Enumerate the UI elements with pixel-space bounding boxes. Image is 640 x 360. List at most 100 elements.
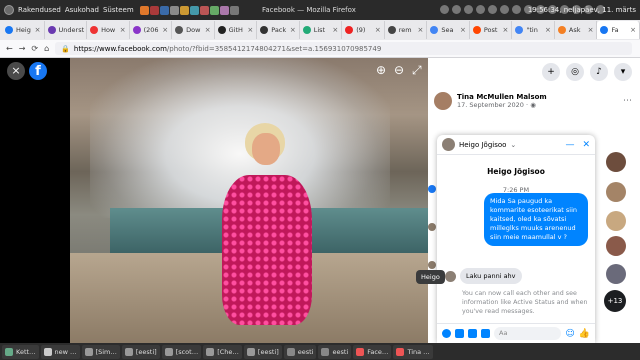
taskbar-item[interactable]: new … bbox=[40, 344, 80, 359]
status-icon[interactable] bbox=[464, 5, 473, 14]
app-launcher-icon[interactable] bbox=[159, 5, 169, 15]
taskbar-item[interactable]: [eesti] bbox=[121, 344, 160, 359]
status-icon[interactable] bbox=[440, 5, 449, 14]
like-thumb-icon[interactable]: 👍 bbox=[579, 329, 590, 339]
taskbar-item[interactable]: [Sim… bbox=[81, 344, 120, 359]
taskbar-item[interactable]: Kett… bbox=[2, 344, 39, 359]
apps-menu[interactable]: Rakendused bbox=[18, 6, 61, 14]
account-menu-icon[interactable]: ▾ bbox=[614, 63, 632, 81]
author-avatar[interactable] bbox=[434, 92, 452, 110]
browser-tab[interactable]: Heig × bbox=[2, 21, 45, 39]
close-viewer-button[interactable]: × bbox=[7, 62, 25, 80]
browser-tab[interactable]: List × bbox=[300, 21, 343, 39]
reload-icon[interactable]: ⟳ bbox=[31, 44, 38, 53]
chat-avatar[interactable] bbox=[442, 138, 455, 151]
image-icon[interactable] bbox=[455, 329, 464, 338]
browser-tab[interactable]: Post × bbox=[470, 21, 513, 39]
close-tab-icon[interactable]: × bbox=[120, 26, 126, 34]
app-launcher-icon[interactable] bbox=[219, 5, 229, 15]
browser-tab[interactable]: Underst× bbox=[45, 21, 88, 39]
status-icon[interactable] bbox=[500, 5, 509, 14]
firefox-launcher-icon[interactable] bbox=[139, 5, 149, 15]
taskbar-item[interactable]: [scot… bbox=[161, 344, 202, 359]
contact-avatar[interactable] bbox=[606, 152, 626, 172]
more-contacts-button[interactable]: +13 bbox=[604, 290, 626, 312]
app-launcher-icon[interactable] bbox=[149, 5, 159, 15]
app-launcher-icon[interactable] bbox=[169, 5, 179, 15]
notifications-bell-icon[interactable]: ♪ bbox=[590, 63, 608, 81]
more-actions-icon[interactable] bbox=[442, 329, 451, 338]
browser-tab[interactable]: Pack × bbox=[257, 21, 300, 39]
status-icon[interactable] bbox=[512, 5, 521, 14]
chat-contact-name[interactable]: Heigo Jõgisoo bbox=[459, 141, 506, 149]
close-tab-icon[interactable]: × bbox=[332, 26, 338, 34]
home-icon[interactable]: ⌂ bbox=[44, 44, 49, 53]
clock[interactable]: 19:56:34, neljapäev, 11. märts bbox=[528, 0, 636, 20]
messenger-icon[interactable]: ◎ bbox=[566, 63, 584, 81]
sender-avatar[interactable] bbox=[445, 270, 456, 282]
browser-tab[interactable]: Fa × bbox=[597, 21, 640, 39]
browser-tab[interactable]: Dow × bbox=[172, 21, 215, 39]
app-launcher-icon[interactable] bbox=[229, 5, 239, 15]
facebook-logo-icon[interactable]: f bbox=[29, 62, 47, 80]
close-tab-icon[interactable]: × bbox=[162, 26, 168, 34]
app-launcher-icon[interactable] bbox=[209, 5, 219, 15]
taskbar-item[interactable]: Tina … bbox=[393, 344, 433, 359]
contact-avatar[interactable] bbox=[606, 264, 626, 284]
app-launcher-icon[interactable] bbox=[179, 5, 189, 15]
close-tab-icon[interactable]: × bbox=[460, 26, 466, 34]
forward-icon[interactable]: → bbox=[19, 44, 26, 53]
close-tab-icon[interactable]: × bbox=[247, 26, 253, 34]
zoom-in-icon[interactable]: ⊕ bbox=[376, 64, 386, 76]
create-plus-icon[interactable]: + bbox=[542, 63, 560, 81]
browser-tab[interactable]: GitH × bbox=[215, 21, 258, 39]
places-menu[interactable]: Asukohad bbox=[65, 6, 99, 14]
sticker-icon[interactable] bbox=[468, 329, 477, 338]
taskbar-item[interactable]: [eesti] bbox=[243, 344, 282, 359]
fullscreen-icon[interactable]: ⤢ bbox=[412, 64, 422, 76]
contact-avatar[interactable] bbox=[606, 182, 626, 202]
chevron-down-icon[interactable]: ⌄ bbox=[510, 141, 516, 149]
close-chat-icon[interactable]: ✕ bbox=[582, 140, 590, 150]
contact-avatar[interactable] bbox=[606, 211, 626, 231]
close-tab-icon[interactable]: × bbox=[630, 26, 636, 34]
contact-avatar[interactable] bbox=[606, 236, 626, 256]
close-tab-icon[interactable]: × bbox=[588, 26, 594, 34]
minimize-chat-icon[interactable]: — bbox=[565, 140, 574, 150]
distro-logo-icon[interactable] bbox=[4, 5, 14, 15]
taskbar-item[interactable]: eesti bbox=[318, 344, 352, 359]
taskbar-item[interactable]: eesti bbox=[283, 344, 317, 359]
browser-tab[interactable]: Ask × bbox=[555, 21, 598, 39]
browser-tab[interactable]: How × bbox=[87, 21, 130, 39]
close-tab-icon[interactable]: × bbox=[375, 26, 381, 34]
status-icon[interactable] bbox=[476, 5, 485, 14]
browser-tab[interactable]: (206 × bbox=[130, 21, 173, 39]
close-tab-icon[interactable]: × bbox=[35, 26, 41, 34]
gif-icon[interactable] bbox=[481, 329, 490, 338]
close-tab-icon[interactable]: × bbox=[290, 26, 296, 34]
back-icon[interactable]: ← bbox=[6, 44, 13, 53]
app-launcher-icon[interactable] bbox=[199, 5, 209, 15]
taskbar-item[interactable]: Face… bbox=[353, 344, 392, 359]
author-name[interactable]: Tina McMullen Malsom bbox=[457, 93, 547, 101]
app-launcher-icon[interactable] bbox=[189, 5, 199, 15]
status-icon[interactable] bbox=[452, 5, 461, 14]
message-input[interactable]: Aa bbox=[494, 327, 562, 340]
system-menu-label[interactable]: Süsteem bbox=[103, 6, 134, 14]
browser-tab[interactable]: (9) × bbox=[342, 21, 385, 39]
taskbar-item[interactable]: [Che… bbox=[203, 344, 242, 359]
emoji-icon[interactable]: ☺ bbox=[565, 329, 574, 339]
more-options-icon[interactable]: ⋯ bbox=[623, 96, 632, 106]
close-tab-icon[interactable]: × bbox=[545, 26, 551, 34]
browser-tab[interactable]: "tin × bbox=[512, 21, 555, 39]
zoom-out-icon[interactable]: ⊖ bbox=[394, 64, 404, 76]
chat-header[interactable]: Heigo Jõgisoo ⌄ — ✕ bbox=[437, 135, 595, 155]
url-bar[interactable]: 🔒 https://www.facebook.com/photo/?fbid=3… bbox=[55, 42, 632, 55]
post-date[interactable]: 17. September 2020 bbox=[457, 101, 524, 109]
close-tab-icon[interactable]: × bbox=[205, 26, 211, 34]
browser-tab[interactable]: rem × bbox=[385, 21, 428, 39]
close-tab-icon[interactable]: × bbox=[417, 26, 423, 34]
status-icon[interactable] bbox=[488, 5, 497, 14]
browser-tab[interactable]: Sea × bbox=[427, 21, 470, 39]
close-tab-icon[interactable]: × bbox=[503, 26, 509, 34]
